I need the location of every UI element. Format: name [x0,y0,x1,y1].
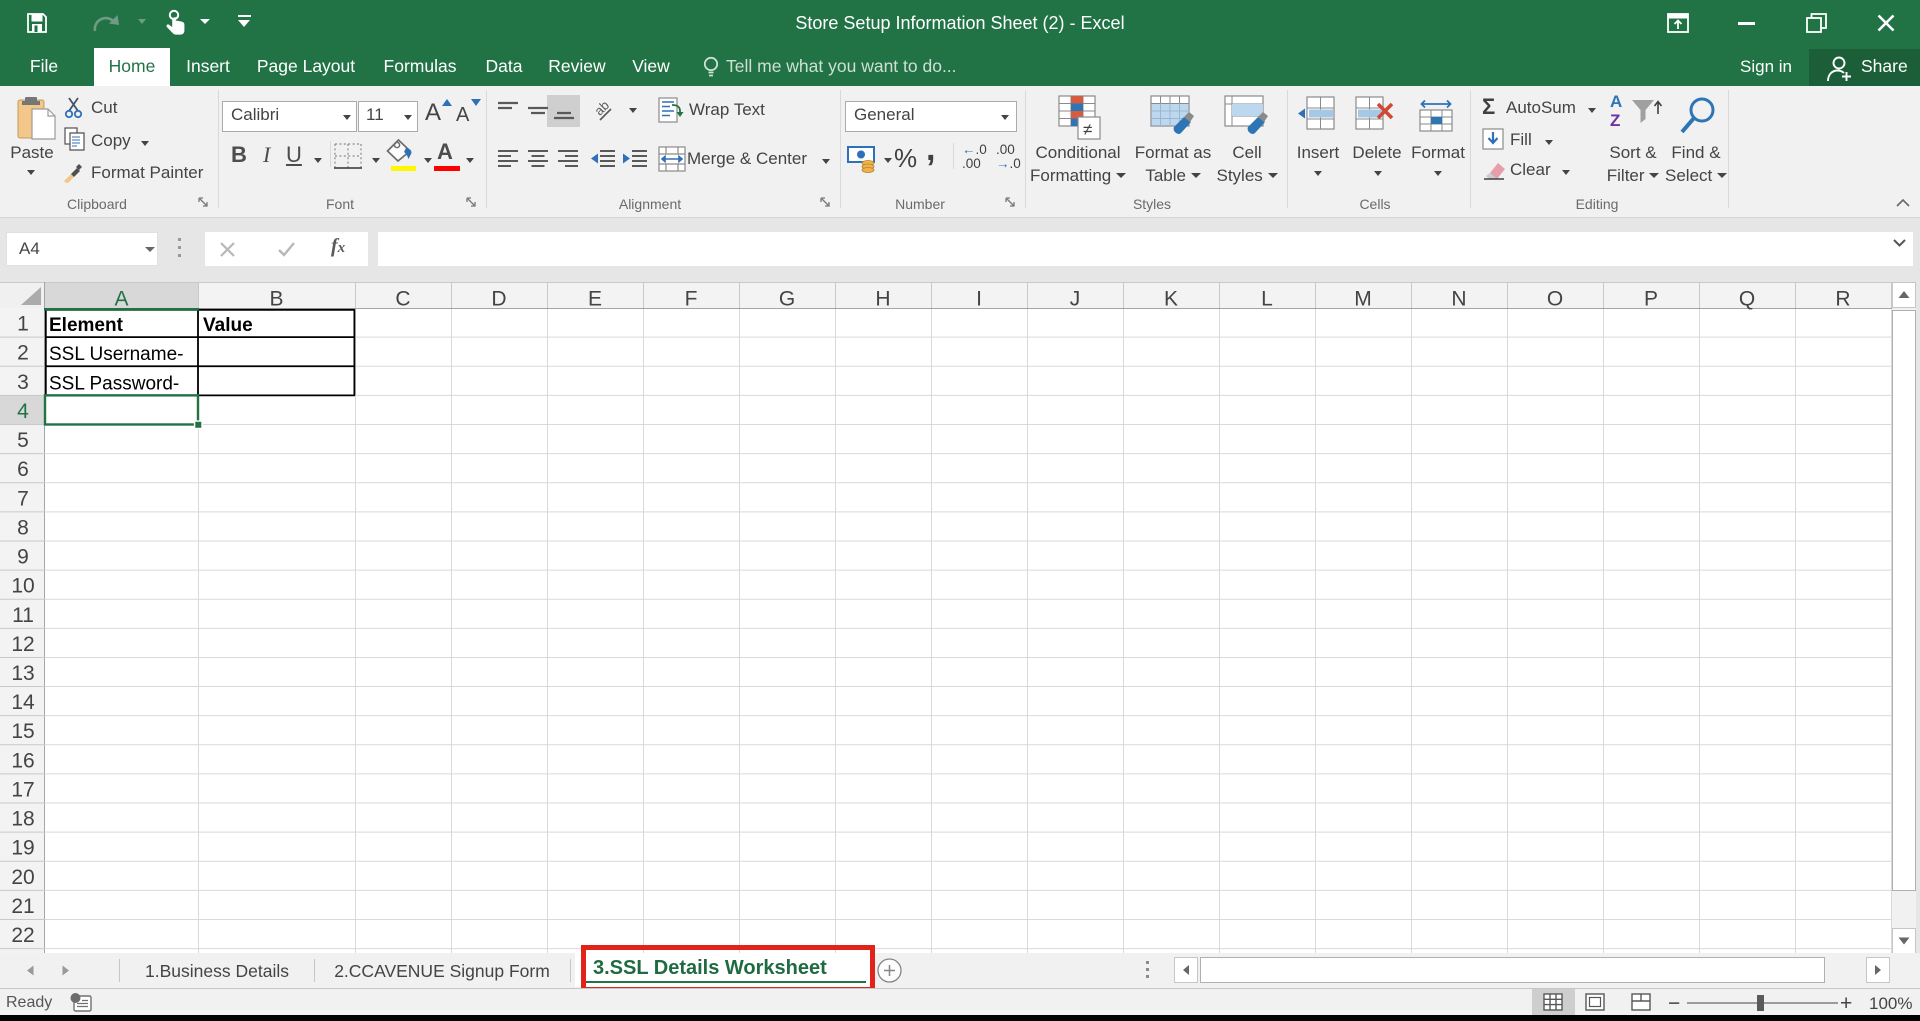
svg-text:11: 11 [12,604,34,627]
svg-text:E: E [588,288,602,311]
svg-text:D: D [491,288,506,311]
svg-text:4: 4 [17,400,29,423]
svg-text:M: M [1354,288,1372,311]
svg-text:16: 16 [11,749,34,772]
svg-text:B: B [269,288,283,311]
svg-text:5: 5 [17,429,29,452]
svg-text:SSL Username-: SSL Username- [49,344,183,365]
svg-text:18: 18 [11,808,34,831]
svg-text:12: 12 [11,633,34,656]
svg-text:8: 8 [17,516,29,539]
svg-text:15: 15 [11,720,34,743]
svg-text:P: P [1644,288,1658,311]
svg-text:H: H [875,288,890,311]
svg-text:1: 1 [17,313,29,336]
svg-text:9: 9 [17,546,29,569]
svg-text:Element: Element [49,315,124,336]
svg-text:Value: Value [203,315,253,336]
svg-text:L: L [1261,288,1273,311]
svg-text:14: 14 [11,691,35,714]
svg-text:Q: Q [1739,288,1755,311]
svg-text:N: N [1451,288,1466,311]
svg-text:7: 7 [17,487,29,510]
svg-text:20: 20 [11,866,34,889]
svg-text:R: R [1835,288,1850,311]
svg-text:F: F [685,288,698,311]
svg-text:3: 3 [17,371,29,394]
svg-text:A: A [114,288,128,311]
svg-text:21: 21 [11,895,34,918]
svg-text:SSL Password-: SSL Password- [49,373,179,394]
svg-text:K: K [1164,288,1178,311]
svg-text:ab: ab [596,98,612,118]
svg-text:I: I [976,288,982,311]
svg-text:6: 6 [17,458,29,481]
svg-text:G: G [779,288,795,311]
svg-text:J: J [1070,288,1081,311]
svg-text:O: O [1547,288,1563,311]
svg-text:13: 13 [11,662,34,685]
svg-text:22: 22 [11,924,34,947]
svg-text:C: C [395,288,410,311]
svg-text:19: 19 [11,837,34,860]
svg-text:17: 17 [11,778,34,801]
svg-text:2: 2 [17,342,29,365]
svg-text:10: 10 [11,575,34,598]
svg-text:≠: ≠ [1083,120,1092,139]
